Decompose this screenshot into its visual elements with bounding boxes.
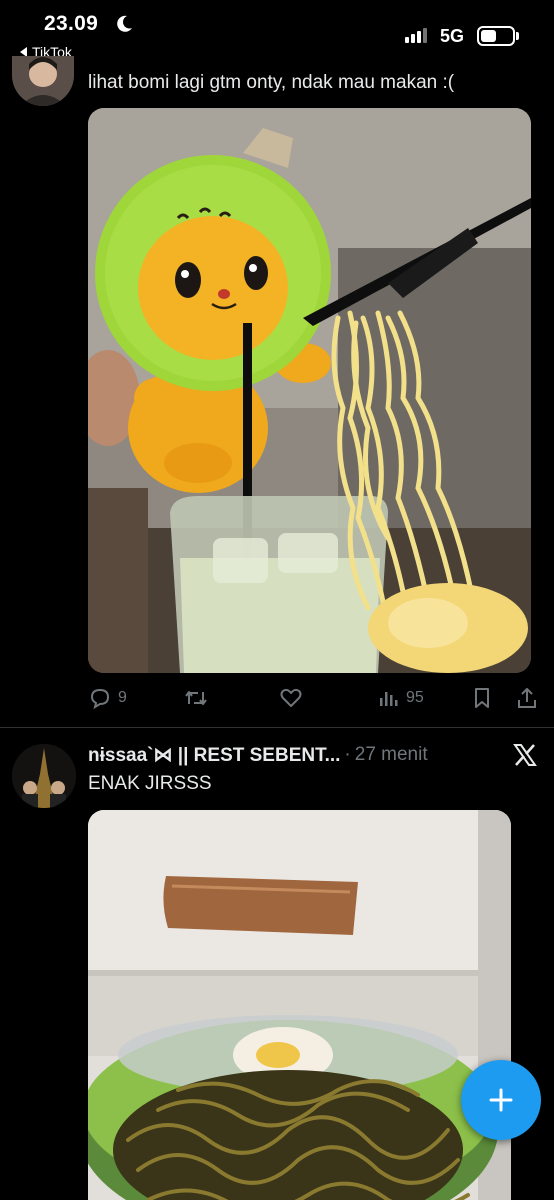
views-icon — [380, 692, 398, 706]
status-bar: 23.09 TikTok 5G — [0, 0, 554, 66]
moon-icon — [117, 15, 132, 32]
share-icon — [518, 688, 536, 708]
display-name[interactable]: nɨssaa`⋈ || REST SEBENT... — [88, 744, 340, 767]
tweet-header: nɨssaa`⋈ || REST SEBENT... · 27 menit — [88, 744, 428, 767]
header-separator: · — [344, 744, 351, 765]
signal-icon — [405, 27, 427, 43]
tweet-divider — [0, 727, 554, 728]
tweet-photo[interactable] — [88, 108, 531, 673]
tweet-time[interactable]: 27 menit — [355, 744, 428, 767]
tweet-text: lihat bomi lagi gtm onty, ndak mau makan… — [88, 72, 455, 93]
compose-button[interactable] — [461, 1060, 541, 1140]
reply-icon — [90, 688, 110, 710]
tweet-photo[interactable] — [88, 810, 511, 1200]
like-button[interactable] — [279, 686, 309, 710]
avatar[interactable] — [12, 56, 74, 106]
heart-icon — [280, 688, 302, 707]
network-label: 5G — [440, 26, 465, 46]
reply-count: 9 — [118, 689, 127, 706]
plus-icon — [489, 1088, 513, 1112]
avatar[interactable] — [12, 744, 76, 808]
status-time: 23.09 — [44, 12, 99, 35]
tweet-text: ENAK JIRSSS — [88, 773, 212, 794]
bookmark-icon — [475, 688, 489, 708]
views-count: 95 — [406, 689, 424, 706]
share-button[interactable] — [516, 686, 538, 710]
bookmark-button[interactable] — [472, 686, 492, 710]
reply-button[interactable]: 9 — [88, 686, 127, 710]
battery-cap — [516, 32, 519, 40]
views-button[interactable]: 95 — [378, 686, 424, 710]
battery-icon — [477, 26, 515, 46]
x-logo-icon[interactable] — [512, 742, 538, 768]
tweet-actions: 9 95 — [0, 680, 554, 716]
retweet-icon — [185, 691, 207, 705]
retweet-button[interactable] — [183, 686, 215, 710]
